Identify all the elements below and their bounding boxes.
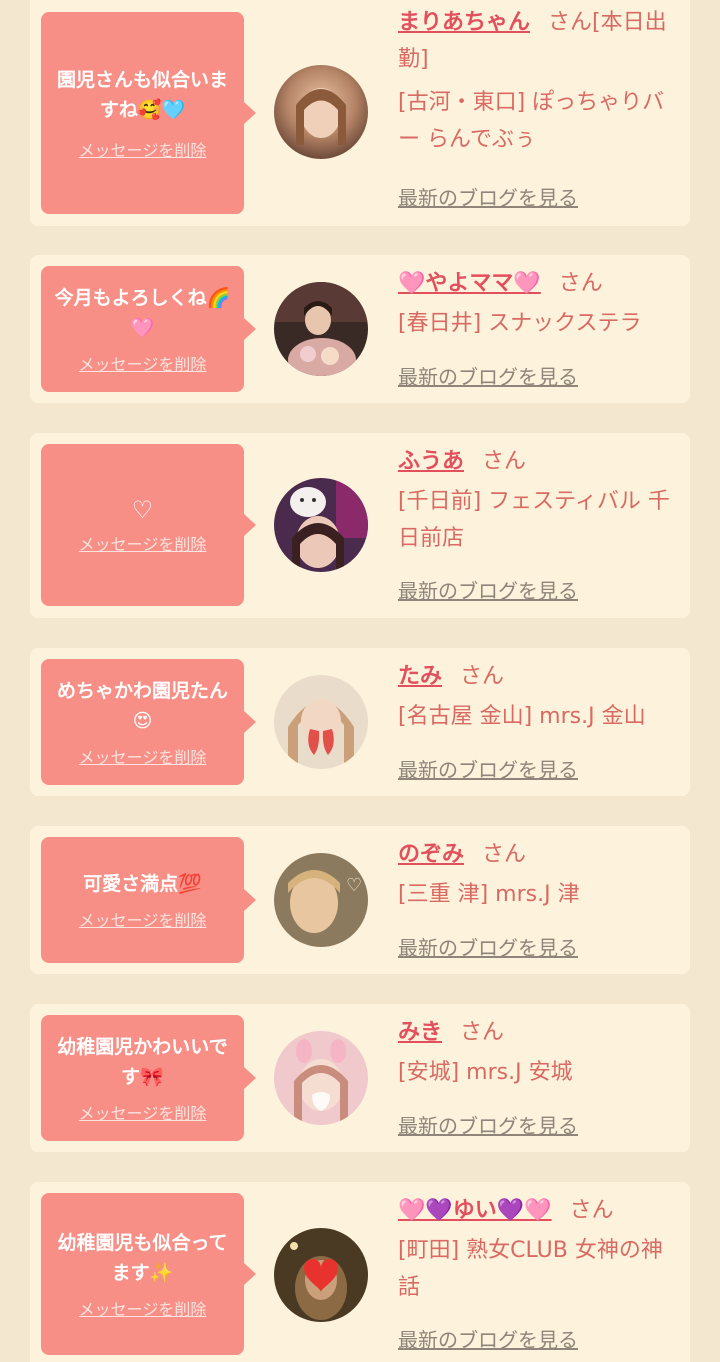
name-line: みき さん	[398, 1014, 684, 1051]
avatar[interactable]	[274, 1228, 368, 1322]
avatar-photo	[274, 282, 368, 376]
delete-message-link[interactable]: メッセージを削除	[79, 744, 207, 768]
avatar[interactable]	[274, 282, 368, 376]
name-line: たみ さん	[398, 658, 684, 695]
honorific: さん	[460, 664, 505, 689]
message-text: めちゃかわ園児たん😍	[56, 680, 228, 732]
message-bubble: 園児さんも似合いますね🥰🩵 メッセージを削除	[41, 12, 256, 214]
avatar[interactable]: ♡	[274, 853, 368, 947]
honorific: さん	[482, 449, 527, 474]
avatar-photo	[274, 65, 368, 159]
latest-blog-link[interactable]: 最新のブログを見る	[398, 1324, 578, 1353]
delete-message-link[interactable]: メッセージを削除	[79, 351, 207, 375]
avatar-photo: ♡	[274, 853, 368, 947]
honorific: さん	[460, 1020, 505, 1045]
message-text: 今月もよろしくね🌈🩷	[54, 287, 231, 339]
delete-message-link[interactable]: メッセージを削除	[79, 1100, 207, 1124]
message-list: 園児さんも似合いますね🥰🩵 メッセージを削除 まりあちゃん さん[本日出勤] [古…	[0, 0, 720, 1362]
honorific: さん	[558, 271, 603, 296]
shop-name: [名古屋 金山] mrs.J 金山	[398, 704, 646, 729]
avatar-photo	[274, 1031, 368, 1125]
shop-name: [春日井] スナックステラ	[398, 311, 642, 336]
name-line: 🩷💜ゆい💜🩷 さん	[398, 1192, 684, 1229]
delete-message-link[interactable]: メッセージを削除	[79, 531, 207, 555]
message-bubble: ♡ メッセージを削除	[41, 444, 256, 606]
message-card: 幼稚園児かわいいです🎀 メッセージを削除 みき さん [安城] mrs.J 安城 …	[30, 1004, 690, 1152]
avatar[interactable]	[274, 478, 368, 572]
profile-name-link[interactable]: みき	[398, 1020, 442, 1045]
honorific: さん	[482, 842, 527, 867]
profile-name-link[interactable]: ふうあ	[398, 449, 464, 474]
message-text: ♡	[131, 496, 154, 524]
profile-info: たみ さん [名古屋 金山] mrs.J 金山	[398, 658, 684, 735]
latest-blog-link[interactable]: 最新のブログを見る	[398, 182, 578, 211]
shop-name: [三重 津] mrs.J 津	[398, 882, 580, 907]
profile-info: 🩷💜ゆい💜🩷 さん [町田] 熟女CLUB 女神の神話	[398, 1192, 684, 1306]
profile-info: ふうあ さん [千日前] フェスティバル 千日前店	[398, 443, 684, 557]
avatar-photo	[274, 675, 368, 769]
message-text: 園児さんも似合いますね🥰🩵	[56, 69, 228, 121]
profile-info: まりあちゃん さん[本日出勤] [古河・東口] ぽっちゃりバー らんでぶぅ	[398, 4, 684, 158]
message-bubble: 幼稚園児も似合ってます✨ メッセージを削除	[41, 1193, 256, 1355]
shop-name: [町田] 熟女CLUB 女神の神話	[398, 1238, 663, 1300]
latest-blog-link[interactable]: 最新のブログを見る	[398, 932, 578, 961]
avatar[interactable]	[274, 65, 368, 159]
name-line: 🩷やよママ🩷 さん	[398, 265, 684, 302]
delete-message-link[interactable]: メッセージを削除	[79, 1296, 207, 1320]
delete-message-link[interactable]: メッセージを削除	[79, 907, 207, 931]
message-text: 幼稚園児も似合ってます✨	[57, 1232, 228, 1284]
shop-name: [安城] mrs.J 安城	[398, 1060, 573, 1085]
profile-name-link[interactable]: 🩷💜ゆい💜🩷	[398, 1198, 552, 1223]
message-bubble: 幼稚園児かわいいです🎀 メッセージを削除	[41, 1015, 256, 1141]
message-card: 幼稚園児も似合ってます✨ メッセージを削除 🩷💜ゆい💜🩷 さん [町田] 熟女CL…	[30, 1182, 690, 1362]
delete-message-link[interactable]: メッセージを削除	[79, 137, 207, 161]
name-line: まりあちゃん さん[本日出勤]	[398, 4, 684, 78]
avatar[interactable]	[274, 675, 368, 769]
message-card: めちゃかわ園児たん😍 メッセージを削除 たみ さん [名古屋 金山] mrs.J …	[30, 648, 690, 796]
message-text: 幼稚園児かわいいです🎀	[57, 1036, 228, 1088]
profile-name-link[interactable]: のぞみ	[398, 842, 464, 867]
message-text: 可愛さ満点💯	[83, 873, 202, 895]
avatar-photo	[274, 478, 368, 572]
message-card: 今月もよろしくね🌈🩷 メッセージを削除 🩷やよママ🩷 さん [春日井] スナックス…	[30, 255, 690, 403]
message-bubble: めちゃかわ園児たん😍 メッセージを削除	[41, 659, 256, 785]
message-card: ♡ メッセージを削除 ふうあ さん [千日前] フェスティバル 千日前店 最新のブ…	[30, 433, 690, 618]
shop-name: [古河・東口] ぽっちゃりバー らんでぶぅ	[398, 90, 665, 152]
svg-text:♡: ♡	[346, 875, 362, 896]
avatar[interactable]	[274, 1031, 368, 1125]
name-line: のぞみ さん	[398, 836, 684, 873]
profile-info: のぞみ さん [三重 津] mrs.J 津	[398, 836, 684, 913]
message-card: 園児さんも似合いますね🥰🩵 メッセージを削除 まりあちゃん さん[本日出勤] [古…	[30, 0, 690, 226]
latest-blog-link[interactable]: 最新のブログを見る	[398, 1110, 578, 1139]
profile-name-link[interactable]: 🩷やよママ🩷	[398, 271, 541, 296]
profile-name-link[interactable]: まりあちゃん	[398, 10, 530, 35]
message-bubble: 可愛さ満点💯 メッセージを削除	[41, 837, 256, 963]
honorific: さん	[569, 1198, 614, 1223]
latest-blog-link[interactable]: 最新のブログを見る	[398, 361, 578, 390]
avatar-photo	[274, 1228, 368, 1322]
shop-name: [千日前] フェスティバル 千日前店	[398, 489, 670, 551]
profile-name-link[interactable]: たみ	[398, 664, 442, 689]
message-bubble: 今月もよろしくね🌈🩷 メッセージを削除	[41, 266, 256, 392]
latest-blog-link[interactable]: 最新のブログを見る	[398, 754, 578, 783]
name-line: ふうあ さん	[398, 443, 684, 480]
latest-blog-link[interactable]: 最新のブログを見る	[398, 575, 578, 604]
profile-info: 🩷やよママ🩷 さん [春日井] スナックステラ	[398, 265, 684, 342]
message-card: 可愛さ満点💯 メッセージを削除 ♡ のぞみ さん [三重 津] mrs.J 津 最…	[30, 826, 690, 974]
profile-info: みき さん [安城] mrs.J 安城	[398, 1014, 684, 1091]
